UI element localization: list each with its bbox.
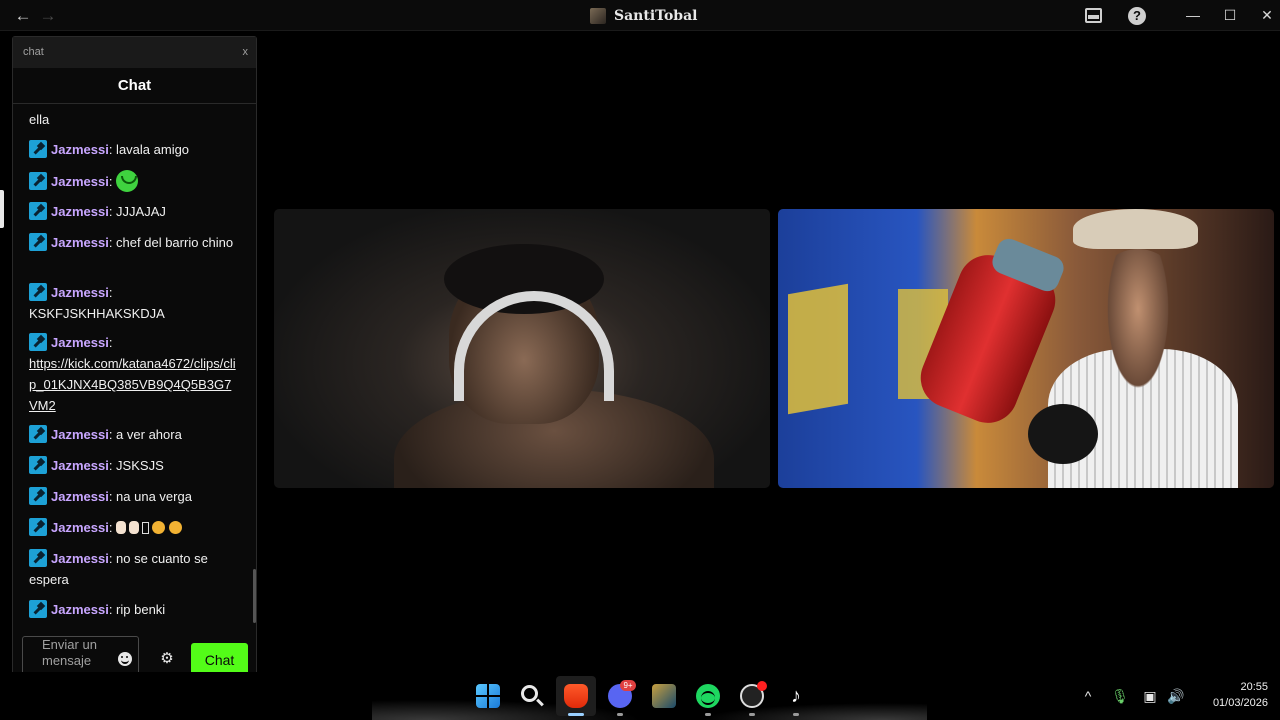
chat-username[interactable]: Jazmessi: [51, 204, 109, 219]
microphone-icon[interactable]: 🎙: [1110, 684, 1130, 708]
chat-message: Jazmessi: a ver ahora: [29, 424, 239, 445]
chat-message: Jazmessi: chef del barrio chino: [29, 232, 239, 253]
channel-avatar: [590, 8, 606, 24]
moderator-badge-icon: [29, 600, 47, 618]
chat-username[interactable]: Jazmessi: [51, 458, 109, 473]
forward-button[interactable]: →: [38, 6, 58, 26]
volume-icon[interactable]: 🔊: [1166, 684, 1186, 708]
video-feed-1[interactable]: [274, 209, 770, 488]
video-2-hat: [1073, 209, 1198, 249]
moderator-badge-icon: [29, 456, 47, 474]
moderator-badge-icon: [29, 549, 47, 567]
running-app-indicator: [705, 713, 711, 716]
moderator-badge-icon: [29, 283, 47, 301]
face-emoji-icon: [152, 521, 166, 534]
left-edge-indicator: [0, 190, 4, 228]
chat-message: Jazmessi:: [29, 170, 239, 192]
brave-browser-icon[interactable]: [564, 684, 588, 708]
close-button[interactable]: ✕: [1244, 0, 1280, 31]
window-title-group: SantiTobal: [590, 6, 697, 26]
chat-username[interactable]: Jazmessi: [51, 285, 109, 300]
moderator-badge-icon: [29, 425, 47, 443]
moderator-badge-icon: [29, 172, 47, 190]
chat-username[interactable]: Jazmessi: [51, 602, 109, 617]
moderator-badge-icon: [29, 518, 47, 536]
clip-link[interactable]: https://kick.com/katana4672/clips/clip_0…: [29, 356, 236, 413]
help-icon[interactable]: ?: [1127, 6, 1147, 26]
moderator-badge-icon: [29, 140, 47, 158]
chat-message: Jazmessi: lavala amigo: [29, 139, 239, 160]
clock-time[interactable]: 20:55: [1220, 681, 1268, 693]
video-2-flag-stripe: [788, 283, 848, 415]
moderator-badge-icon: [29, 233, 47, 251]
discord-notification-badge: 9+: [620, 680, 636, 691]
chat-settings-gear-icon[interactable]: ⚙: [159, 651, 175, 667]
tiktok-icon[interactable]: ♪: [784, 684, 808, 708]
face-emoji-icon: [169, 521, 183, 534]
chat-tab-close-button[interactable]: x: [243, 46, 249, 58]
chat-message-list[interactable]: ella Jazmessi: lavala amigo Jazmessi: Ja…: [13, 105, 256, 625]
network-icon[interactable]: ▣: [1140, 684, 1160, 708]
video-2-microphone: [1028, 404, 1098, 464]
chat-username[interactable]: Jazmessi: [51, 142, 109, 157]
show-hidden-icons-chevron-icon[interactable]: ^: [1078, 684, 1098, 708]
active-app-indicator: [568, 713, 584, 716]
video-feed-2[interactable]: [778, 209, 1274, 488]
clap-emoji-icon: [116, 521, 127, 534]
inbox-icon[interactable]: [1083, 6, 1103, 26]
running-app-indicator: [749, 713, 755, 716]
clap-emoji-icon: [129, 521, 140, 534]
chat-username[interactable]: Jazmessi: [51, 335, 109, 350]
chat-panel: chat x Chat ella Jazmessi: lavala amigo …: [12, 36, 257, 694]
back-button[interactable]: ←: [13, 6, 33, 26]
chat-username[interactable]: Jazmessi: [51, 235, 109, 250]
running-app-indicator: [617, 713, 623, 716]
chat-message: Jazmessi: JSKSJS: [29, 455, 239, 476]
chat-username[interactable]: Jazmessi: [51, 174, 109, 189]
chat-username[interactable]: Jazmessi: [51, 489, 109, 504]
windows-start-icon[interactable]: [476, 684, 500, 708]
emoji-picker-icon[interactable]: [118, 652, 132, 666]
recording-dot-icon: [757, 681, 767, 691]
unknown-glyph-icon: [142, 522, 150, 534]
chat-tab-label: chat: [23, 46, 44, 58]
moderator-badge-icon: [29, 487, 47, 505]
league-of-legends-icon[interactable]: [652, 684, 676, 708]
chat-scrollbar[interactable]: [253, 569, 256, 623]
chat-message: Jazmessi: KSKFJSKHHAKSKDJA: [29, 283, 165, 321]
chat-message: Jazmessi: no se cuanto se espera: [29, 549, 208, 587]
window-title: SantiTobal: [614, 8, 698, 24]
moderator-badge-icon: [29, 202, 47, 220]
search-icon[interactable]: [520, 684, 544, 708]
chat-message: Jazmessi: https://kick.com/katana4672/cl…: [29, 333, 236, 413]
chat-message: Jazmessi: na una verga: [29, 486, 239, 507]
chat-username[interactable]: Jazmessi: [51, 520, 109, 535]
clock-date[interactable]: 01/03/2026: [1196, 697, 1268, 709]
chat-message: Jazmessi: rip benki: [29, 599, 239, 620]
moderator-badge-icon: [29, 333, 47, 351]
chat-message: Jazmessi: JJJAJAJ: [29, 201, 239, 222]
chat-username[interactable]: Jazmessi: [51, 551, 109, 566]
chat-header: Chat: [13, 68, 256, 104]
title-bar: ← → SantiTobal ? — ☐ ✕: [0, 0, 1280, 31]
chat-tab[interactable]: chat x: [13, 37, 256, 68]
emoji-sequence: [116, 521, 183, 535]
running-app-indicator: [793, 713, 799, 716]
green-emote-icon: [116, 170, 139, 192]
chat-message: ella: [29, 112, 50, 127]
chat-message: Jazmessi:: [29, 517, 239, 540]
windows-taskbar: 9+ ♪ ^ 🎙 ▣ 🔊: [0, 672, 1280, 720]
spotify-icon[interactable]: [696, 684, 720, 708]
taskbar-wallpaper: [372, 672, 927, 720]
chat-username[interactable]: Jazmessi: [51, 427, 109, 442]
